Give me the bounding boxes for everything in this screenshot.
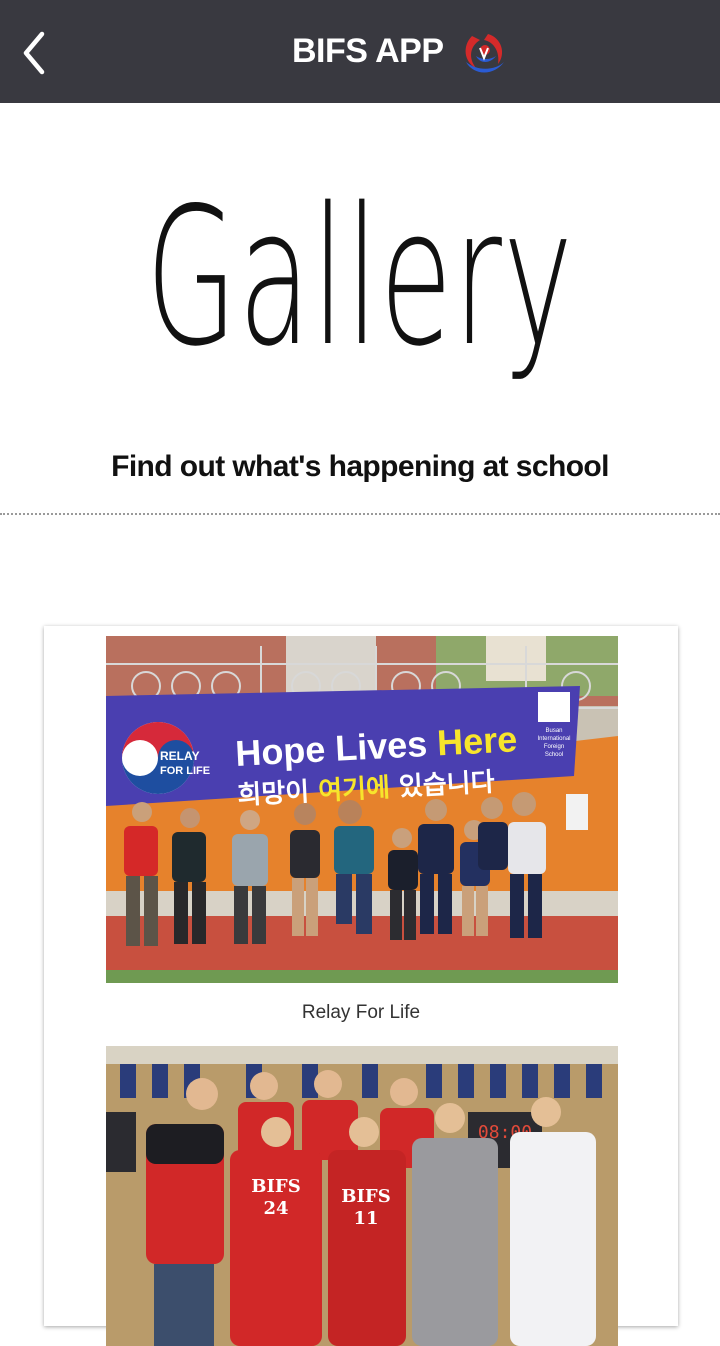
basketball-photo-image: 08:00 BIFS 24 BIFS 11 bbox=[106, 1046, 618, 1346]
jersey-text-1: BIFS bbox=[251, 1176, 300, 1197]
gallery-photo-basketball[interactable]: 08:00 BIFS 24 BIFS 11 bbox=[106, 1046, 618, 1346]
banner-school-line1: Busan bbox=[545, 728, 562, 734]
chevron-left-icon bbox=[23, 31, 45, 75]
jersey-number-1: 24 bbox=[263, 1198, 288, 1219]
banner-school-line3: Foreign bbox=[544, 744, 564, 750]
banner-logo-line2: FOR LIFE bbox=[160, 765, 210, 777]
app-header: BIFS APP bbox=[0, 0, 720, 103]
page-subtitle: Find out what's happening at school bbox=[111, 450, 609, 483]
back-button[interactable] bbox=[14, 22, 64, 82]
app-title: BIFS APP bbox=[292, 32, 444, 70]
page-title: Gallery bbox=[145, 167, 575, 388]
photo-caption: Relay For Life bbox=[301, 1002, 421, 1023]
banner-school-line4: School bbox=[545, 752, 563, 758]
gallery-photo-relay-for-life[interactable]: RELAY FOR LIFE Hope Lives Here 희망이 여기에 있… bbox=[106, 636, 618, 983]
jersey-text-2: BIFS bbox=[341, 1186, 390, 1207]
relay-photo-image: RELAY FOR LIFE Hope Lives Here 희망이 여기에 있… bbox=[106, 636, 618, 983]
jersey-number-2: 11 bbox=[353, 1208, 378, 1229]
banner-school-line2: International bbox=[537, 736, 570, 742]
gallery-card: RELAY FOR LIFE Hope Lives Here 희망이 여기에 있… bbox=[44, 626, 678, 1346]
dotted-divider bbox=[0, 513, 720, 515]
banner-logo-line1: RELAY bbox=[160, 749, 200, 763]
bifs-logo-icon bbox=[465, 34, 504, 73]
